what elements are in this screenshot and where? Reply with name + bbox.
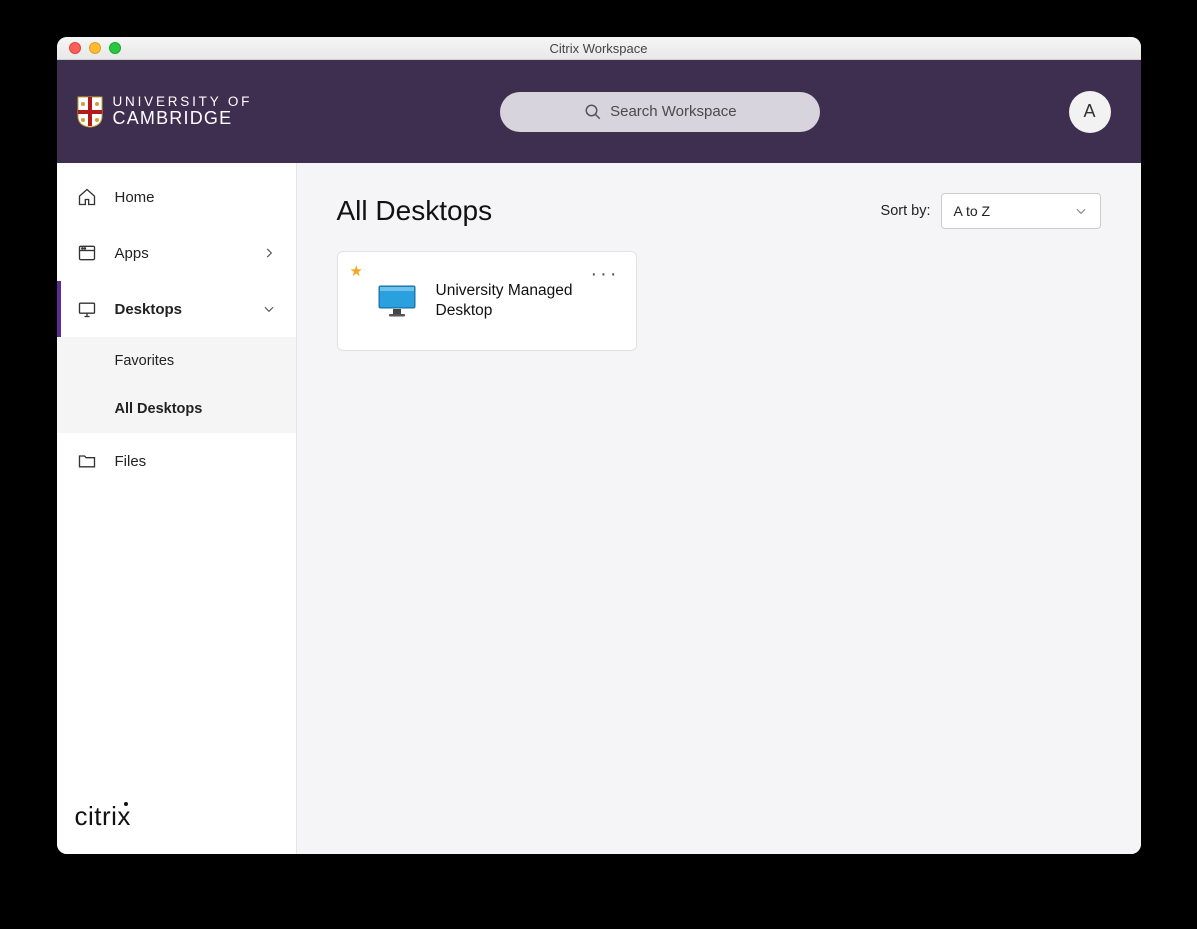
desktop-cards: ★ ··· University Managed Desktop <box>337 251 1101 351</box>
chevron-right-icon <box>262 246 276 260</box>
brand-logo: UNIVERSITY OF CAMBRIDGE <box>77 95 253 128</box>
nav: Home Apps <box>57 163 296 801</box>
favorite-star-icon[interactable]: ★ <box>350 262 363 280</box>
folder-icon <box>77 451 97 471</box>
sidebar-item-apps[interactable]: Apps <box>57 225 296 281</box>
search-placeholder: Search Workspace <box>610 103 736 120</box>
sort-label: Sort by: <box>881 203 931 219</box>
home-icon <box>77 187 97 207</box>
main-content: All Desktops Sort by: A to Z ★ ··· <box>297 163 1141 854</box>
fullscreen-window-button[interactable] <box>109 42 121 54</box>
apps-icon <box>77 243 97 263</box>
subnav-label: All Desktops <box>115 401 203 417</box>
sort-control: Sort by: A to Z <box>881 193 1101 229</box>
page-title: All Desktops <box>337 195 493 227</box>
body: Home Apps <box>57 163 1141 854</box>
search-icon <box>584 103 602 121</box>
sidebar-footer: citrix <box>57 801 296 854</box>
desktop-icon <box>77 299 97 319</box>
brand-line2: CAMBRIDGE <box>113 109 253 128</box>
sidebar-item-desktops[interactable]: Desktops <box>57 281 296 337</box>
minimize-window-button[interactable] <box>89 42 101 54</box>
user-initial: A <box>1083 101 1095 122</box>
close-window-button[interactable] <box>69 42 81 54</box>
card-more-button[interactable]: ··· <box>591 270 620 278</box>
window-controls <box>69 42 121 54</box>
brand-line1: UNIVERSITY OF <box>113 95 253 109</box>
sidebar-item-label: Files <box>115 453 147 470</box>
user-avatar[interactable]: A <box>1069 91 1111 133</box>
sidebar-item-label: Home <box>115 189 155 206</box>
desktop-monitor-icon <box>374 284 420 318</box>
sidebar-item-files[interactable]: Files <box>57 433 296 489</box>
sidebar-item-home[interactable]: Home <box>57 169 296 225</box>
sort-value: A to Z <box>954 203 991 219</box>
sidebar-item-label: Apps <box>115 245 149 262</box>
main-header: All Desktops Sort by: A to Z <box>337 193 1101 229</box>
desktops-subnav: Favorites All Desktops <box>57 337 296 433</box>
subnav-all-desktops[interactable]: All Desktops <box>57 385 296 433</box>
search-input[interactable]: Search Workspace <box>500 92 820 132</box>
titlebar: Citrix Workspace <box>57 37 1141 60</box>
subnav-favorites[interactable]: Favorites <box>57 337 296 385</box>
citrix-logo: citrix <box>75 801 131 832</box>
cambridge-shield-icon <box>77 96 103 128</box>
sidebar: Home Apps <box>57 163 297 854</box>
window-title: Citrix Workspace <box>57 41 1141 56</box>
sort-select[interactable]: A to Z <box>941 193 1101 229</box>
card-label: University Managed Desktop <box>436 281 596 321</box>
header: UNIVERSITY OF CAMBRIDGE Search Workspace… <box>57 60 1141 163</box>
sidebar-item-label: Desktops <box>115 301 183 318</box>
chevron-down-icon <box>1074 204 1088 218</box>
subnav-label: Favorites <box>115 353 175 369</box>
app-window: Citrix Workspace UNIVERSITY OF CAMBRIDGE <box>57 37 1141 854</box>
chevron-down-icon <box>262 302 276 316</box>
desktop-card[interactable]: ★ ··· University Managed Desktop <box>337 251 637 351</box>
